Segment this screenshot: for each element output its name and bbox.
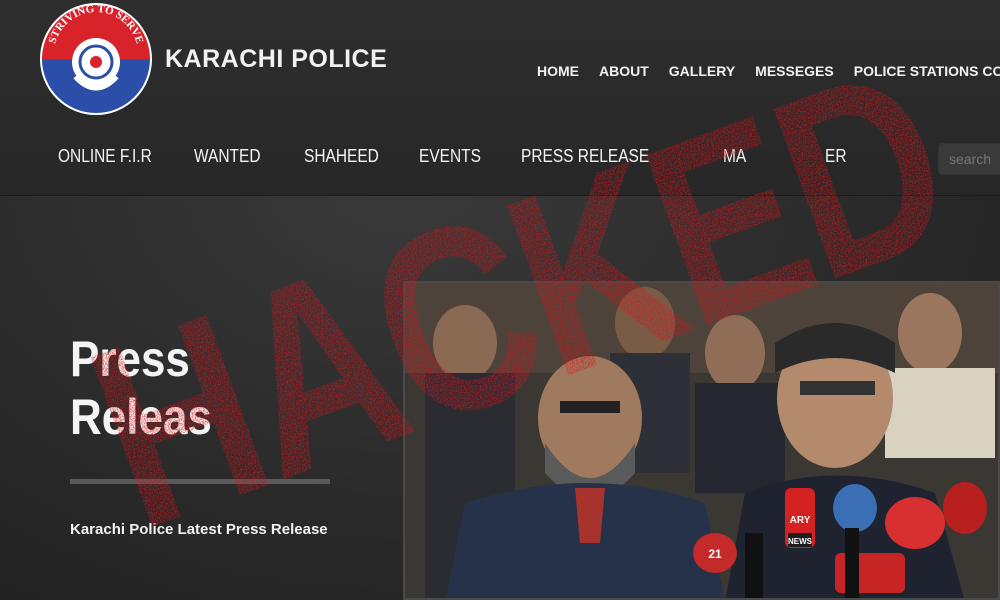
search-input[interactable] (938, 143, 1000, 175)
top-nav-about[interactable]: ABOUT (599, 63, 649, 79)
page-title-line-2: Releas (70, 389, 212, 445)
mic-label-21: 21 (708, 547, 722, 561)
page-title: Press Releas (70, 330, 212, 446)
site-header: STRIVING TO SERVE SINDH POLICE KARACHI P… (0, 0, 1000, 196)
top-nav-home[interactable]: HOME (537, 63, 579, 79)
page: STRIVING TO SERVE SINDH POLICE KARACHI P… (0, 0, 1000, 600)
top-nav-police-stations[interactable]: POLICE STATIONS CO (854, 63, 1000, 79)
mic-label-ary: ARY (790, 515, 811, 526)
page-title-line-1: Press (70, 331, 190, 387)
page-subtitle: Karachi Police Latest Press Release (70, 521, 328, 538)
top-nav-messages[interactable]: MESSEGES (755, 63, 834, 79)
karachi-police-logo[interactable]: STRIVING TO SERVE SINDH POLICE (36, 2, 156, 116)
main-nav-events[interactable]: EVENTS (419, 146, 507, 167)
main-nav-online-fir[interactable]: ONLINE F.I.R (58, 146, 175, 167)
site-name[interactable]: KARACHI POLICE (165, 45, 387, 74)
top-nav: HOME ABOUT GALLERY MESSEGES POLICE STATI… (537, 63, 1000, 79)
top-nav-gallery[interactable]: GALLERY (669, 63, 735, 79)
title-divider (70, 479, 330, 484)
main-nav-item-ma[interactable]: MA (723, 146, 811, 167)
main-nav-item-er[interactable]: ER (825, 146, 859, 167)
mic-label-news: NEWS (788, 537, 813, 546)
main-nav-shaheed[interactable]: SHAHEED (304, 146, 403, 167)
press-conference-photo: ARY NEWS 21 (403, 281, 1000, 600)
main-nav-wanted[interactable]: WANTED (194, 146, 289, 167)
main-nav: ONLINE F.I.R WANTED SHAHEED EVENTS PRESS… (58, 146, 865, 167)
main-nav-press-release[interactable]: PRESS RELEASE (521, 146, 695, 167)
